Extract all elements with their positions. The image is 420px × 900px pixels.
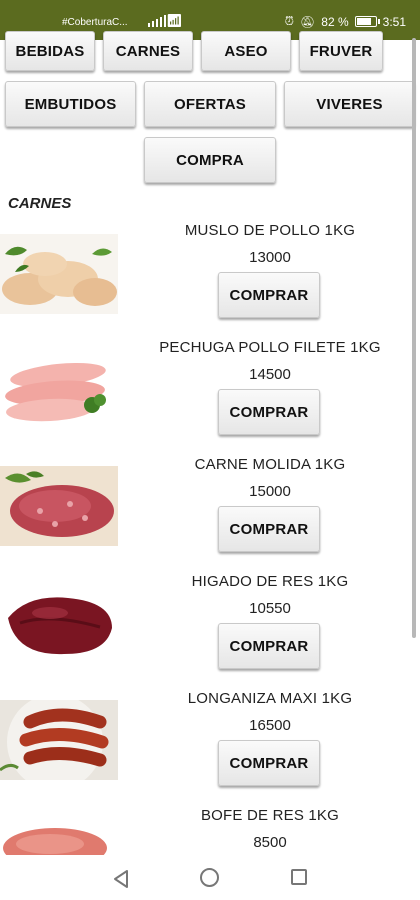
product-price: 15000 [249,483,291,500]
product-price: 14500 [249,366,291,383]
product-name: HIGADO DE RES 1KG [191,573,349,590]
chicken-thigh-image [0,234,118,314]
chicken-breast-image [0,350,118,430]
section-title: CARNES [8,195,72,212]
buy-button[interactable]: COMPRAR [218,272,320,318]
product-price: 8500 [253,834,287,851]
carrier-name: #CoberturaC... [62,17,128,28]
buy-button[interactable]: COMPRAR [218,740,320,786]
back-icon[interactable] [112,869,130,894]
mute-icon: 🔕︎ [300,14,316,29]
category-viveres-button[interactable]: VIVERES [284,81,415,127]
ground-beef-image [0,466,118,546]
signal-icon [148,14,166,27]
product-name: CARNE MOLIDA 1KG [194,456,346,473]
beef-lung-image [0,818,118,855]
category-embutidos-button[interactable]: EMBUTIDOS [5,81,136,127]
home-icon[interactable] [200,868,219,887]
wifi-icon: 📶︎ [166,13,183,28]
buy-button[interactable]: COMPRAR [218,506,320,552]
product-price: 10550 [249,600,291,617]
battery-percent: 82 % [321,14,349,29]
product-name: LONGANIZA MAXI 1KG [187,690,353,707]
battery-icon [354,16,380,27]
clock: 3:51 [382,14,406,29]
compra-button[interactable]: COMPRA [144,137,276,183]
category-carnes-button[interactable]: CARNES [103,31,193,71]
sausage-image [0,700,118,780]
buy-button[interactable]: COMPRAR [218,623,320,669]
recent-apps-icon[interactable] [291,869,307,885]
beef-liver-image [0,583,118,663]
product-price: 13000 [249,249,291,266]
alarm-icon: ⏰︎ [284,14,295,28]
buy-button[interactable]: COMPRAR [218,389,320,435]
scrollbar[interactable] [412,38,416,638]
category-aseo-button[interactable]: ASEO [201,31,291,71]
category-fruver-button[interactable]: FRUVER [299,31,383,71]
category-bebidas-button[interactable]: BEBIDAS [5,31,95,71]
product-name: BOFE DE RES 1KG [200,807,340,824]
product-name: PECHUGA POLLO FILETE 1KG [159,339,381,356]
status-right: ⏰︎ 🔕︎ 82 % 3:51 [285,14,406,29]
navigation-bar [0,855,420,900]
product-name: MUSLO DE POLLO 1KG [184,222,356,239]
category-ofertas-button[interactable]: OFERTAS [144,81,276,127]
product-price: 16500 [249,717,291,734]
